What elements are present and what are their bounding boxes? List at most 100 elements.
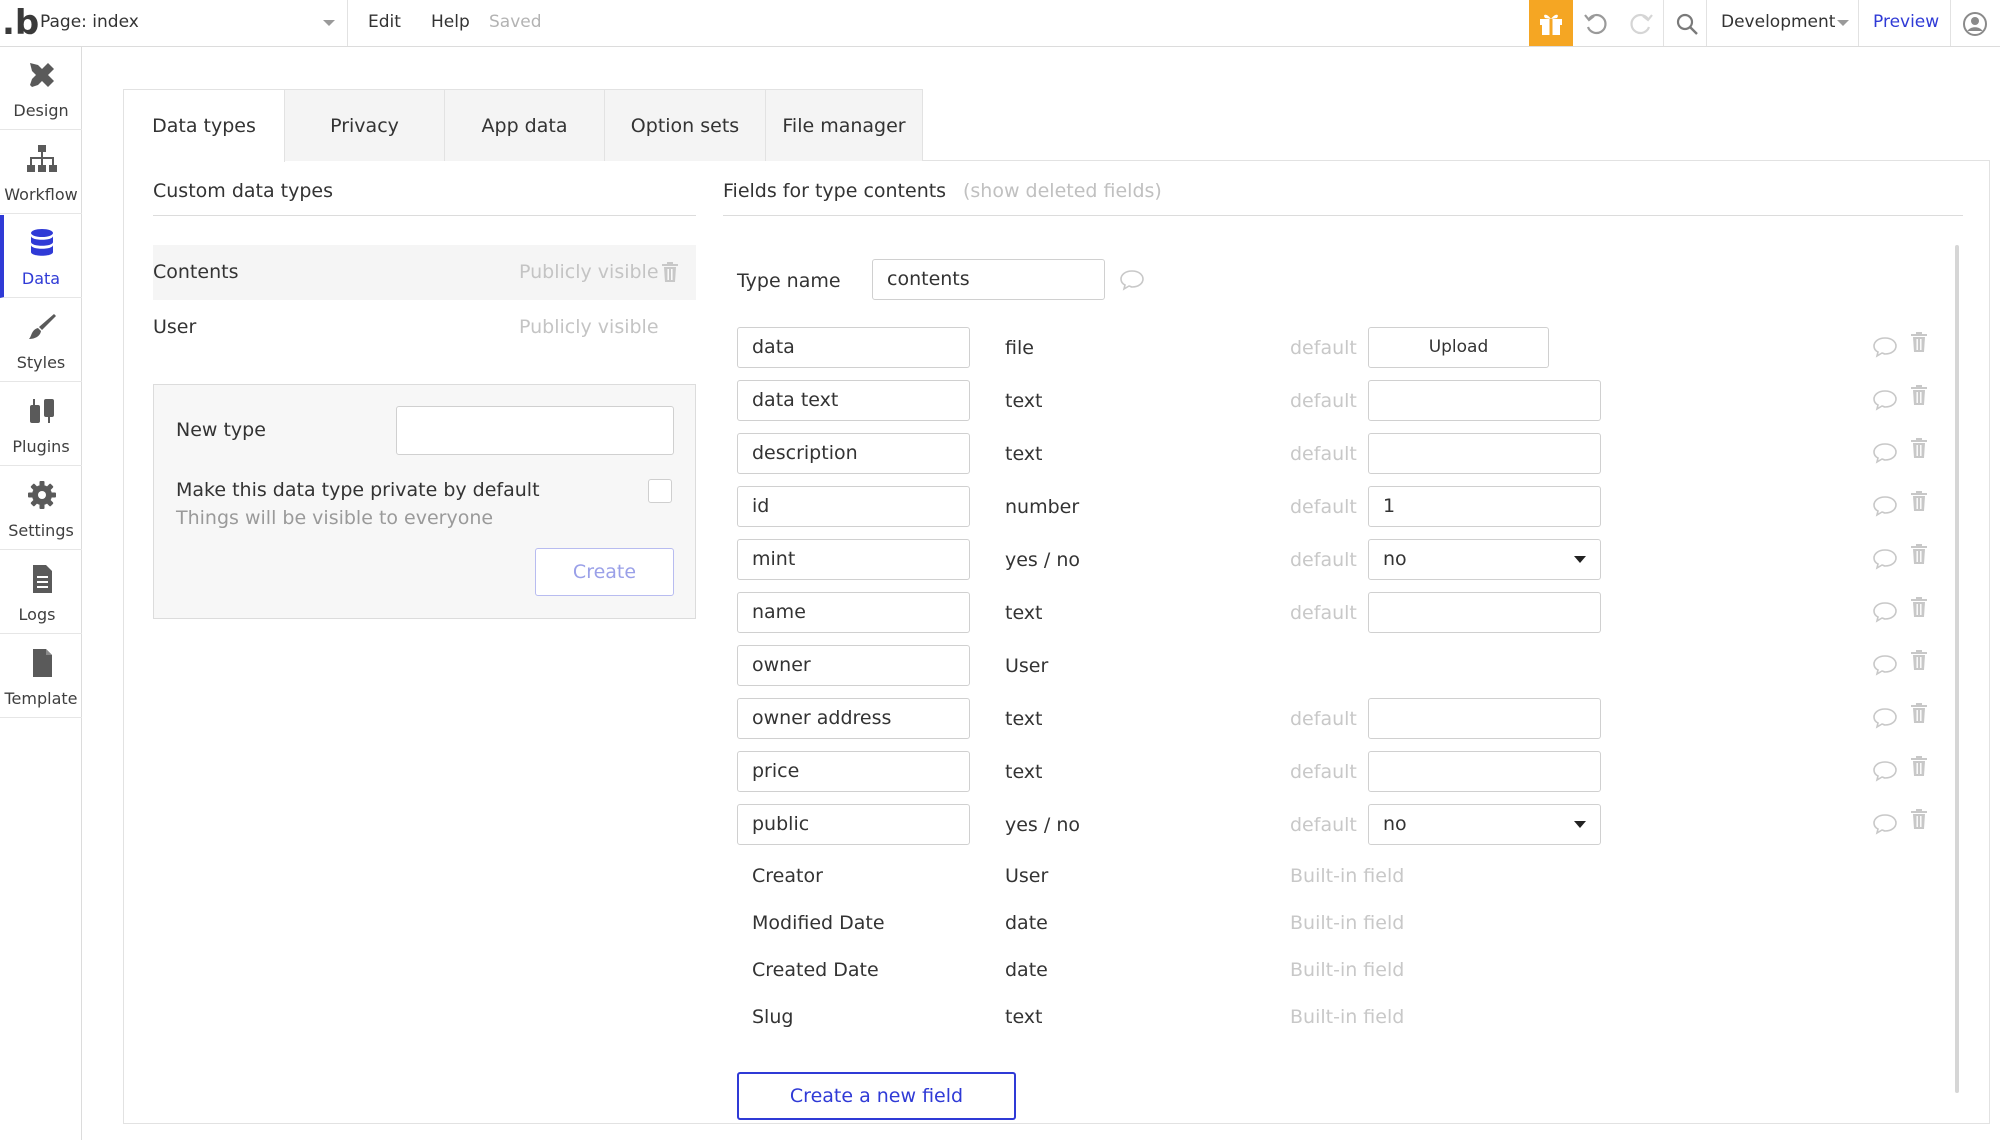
sidebar-item-styles[interactable]: Styles: [0, 299, 82, 382]
builtin-field-label: Built-in field: [1290, 1006, 1405, 1028]
tab-option-sets[interactable]: Option sets: [604, 89, 766, 161]
data-type-row-contents[interactable]: Contents Publicly visible: [153, 245, 696, 300]
comment-icon[interactable]: [1872, 760, 1898, 782]
trash-icon[interactable]: [1910, 438, 1928, 458]
sidebar-item-label: Styles: [16, 353, 66, 372]
comment-icon[interactable]: [1872, 601, 1898, 623]
field-default-input[interactable]: 1: [1368, 486, 1601, 527]
builtin-field-type: date: [1005, 912, 1048, 934]
comment-icon[interactable]: [1872, 654, 1898, 676]
dropdown-arrow-icon: [1574, 821, 1586, 828]
comment-icon[interactable]: [1872, 548, 1898, 570]
comment-icon[interactable]: [1872, 813, 1898, 835]
dropdown-arrow-icon: [1574, 556, 1586, 563]
trash-icon[interactable]: [1910, 650, 1928, 670]
field-default-input[interactable]: [1368, 751, 1601, 792]
private-default-hint: Things will be visible to everyone: [176, 507, 494, 529]
field-type: User: [1005, 655, 1049, 677]
private-default-label: Make this data type private by default: [176, 479, 540, 501]
comment-icon[interactable]: [1872, 442, 1898, 464]
trash-icon[interactable]: [1910, 544, 1928, 564]
menu-help[interactable]: Help: [431, 12, 470, 32]
sidebar-item-data[interactable]: Data: [0, 215, 82, 298]
type-name-input[interactable]: contents: [872, 259, 1105, 300]
sidebar-item-workflow[interactable]: Workflow: [0, 131, 82, 214]
trash-icon[interactable]: [1910, 703, 1928, 723]
sidebar-item-template[interactable]: Template: [0, 635, 82, 718]
field-name-input[interactable]: data text: [737, 380, 970, 421]
comment-icon[interactable]: [1119, 269, 1145, 291]
gift-button[interactable]: [1529, 0, 1573, 46]
preview-link[interactable]: Preview: [1873, 12, 1939, 32]
builtin-field-name: Creator: [752, 865, 823, 887]
menu-edit[interactable]: Edit: [368, 12, 401, 32]
environment-select[interactable]: Development: [1721, 12, 1835, 32]
tab-privacy[interactable]: Privacy: [284, 89, 445, 161]
account-button[interactable]: [1960, 9, 1990, 39]
field-type: file: [1005, 337, 1034, 359]
builtin-field-label: Built-in field: [1290, 865, 1405, 887]
field-name-input[interactable]: name: [737, 592, 970, 633]
sidebar-item-label: Settings: [8, 521, 74, 540]
redo-button[interactable]: [1626, 9, 1656, 39]
new-type-input[interactable]: [396, 406, 674, 455]
search-button[interactable]: [1672, 9, 1702, 39]
page-select[interactable]: Page: index: [40, 0, 348, 46]
tab-file-manager[interactable]: File manager: [765, 89, 923, 161]
trash-icon[interactable]: [1910, 597, 1928, 617]
data-type-visibility: Publicly visible: [519, 261, 659, 283]
field-type: yes / no: [1005, 549, 1080, 571]
upload-button[interactable]: Upload: [1368, 327, 1549, 368]
field-default-select[interactable]: no: [1368, 804, 1601, 845]
sidebar-item-plugins[interactable]: Plugins: [0, 383, 82, 466]
comment-icon[interactable]: [1872, 707, 1898, 729]
builtin-field-name: Slug: [752, 1006, 794, 1028]
field-name-input[interactable]: owner: [737, 645, 970, 686]
design-icon: [30, 63, 54, 87]
divider: [1858, 0, 1859, 46]
field-name-input[interactable]: description: [737, 433, 970, 474]
page-select-label: Page: index: [40, 12, 139, 32]
field-default-label: default: [1290, 390, 1357, 412]
create-type-button[interactable]: Create: [535, 548, 674, 596]
sidebar-item-settings[interactable]: Settings: [0, 467, 82, 550]
field-name-input[interactable]: mint: [737, 539, 970, 580]
undo-button[interactable]: [1581, 9, 1611, 39]
field-default-select[interactable]: no: [1368, 539, 1601, 580]
field-default-input[interactable]: [1368, 592, 1601, 633]
trash-icon[interactable]: [1910, 809, 1928, 829]
field-default-label: default: [1290, 496, 1357, 518]
builtin-field-name: Modified Date: [752, 912, 885, 934]
create-new-field-button[interactable]: Create a new field: [737, 1072, 1016, 1120]
comment-icon[interactable]: [1872, 495, 1898, 517]
tab-app-data[interactable]: App data: [444, 89, 605, 161]
show-deleted-fields-link[interactable]: (show deleted fields): [963, 180, 1162, 202]
field-name-input[interactable]: data: [737, 327, 970, 368]
trash-icon[interactable]: [661, 262, 679, 282]
trash-icon[interactable]: [1910, 756, 1928, 776]
trash-icon[interactable]: [1910, 332, 1928, 352]
field-name-input[interactable]: owner address: [737, 698, 970, 739]
field-name-input[interactable]: id: [737, 486, 970, 527]
field-name-input[interactable]: public: [737, 804, 970, 845]
data-type-row-user[interactable]: User Publicly visible: [153, 300, 696, 355]
field-default-input[interactable]: [1368, 433, 1601, 474]
sidebar-item-logs[interactable]: Logs: [0, 551, 82, 634]
comment-icon[interactable]: [1872, 389, 1898, 411]
private-default-checkbox[interactable]: [648, 479, 672, 503]
trash-icon[interactable]: [1910, 491, 1928, 511]
plugin-icon: [30, 399, 54, 423]
sidebar-item-design[interactable]: Design: [0, 47, 82, 130]
tab-data-types[interactable]: Data types: [123, 89, 285, 162]
field-type: text: [1005, 602, 1043, 624]
custom-types-title: Custom data types: [153, 180, 334, 202]
comment-icon[interactable]: [1872, 336, 1898, 358]
field-name-input[interactable]: price: [737, 751, 970, 792]
bubble-logo[interactable]: .b: [2, 6, 39, 40]
field-default-input[interactable]: [1368, 380, 1601, 421]
sidebar-item-label: Logs: [18, 605, 56, 624]
field-default-input[interactable]: [1368, 698, 1601, 739]
trash-icon[interactable]: [1910, 385, 1928, 405]
gift-icon: [1540, 14, 1562, 35]
scrollbar[interactable]: [1955, 245, 1959, 1093]
